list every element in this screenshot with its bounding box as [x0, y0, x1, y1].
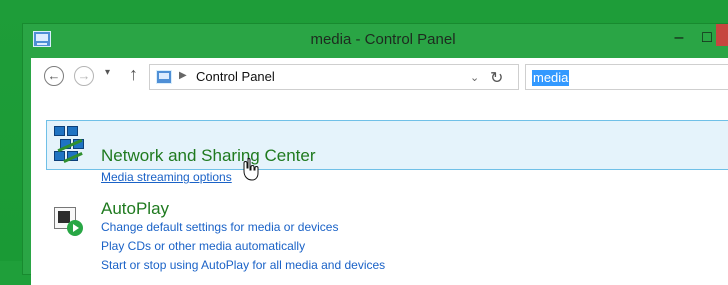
breadcrumb-control-panel[interactable]: Control Panel — [196, 69, 275, 84]
change-default-settings-link[interactable]: Change default settings for media or dev… — [101, 220, 338, 234]
network-sharing-icon — [53, 126, 87, 163]
back-arrow-icon[interactable]: ← — [44, 66, 64, 86]
address-bar[interactable]: ▶ Control Panel ⌄ ↻ — [149, 64, 519, 90]
minimize-button[interactable]: – — [665, 24, 693, 54]
hand-pointer-icon — [243, 156, 259, 182]
results-pane: Network and Sharing Center Media streami… — [31, 98, 728, 285]
refresh-icon[interactable]: ↻ — [490, 68, 503, 88]
control-panel-location-icon — [156, 70, 172, 84]
autoplay-link[interactable]: AutoPlay — [101, 199, 169, 219]
autoplay-icon — [52, 205, 83, 236]
start-stop-autoplay-link[interactable]: Start or stop using AutoPlay for all med… — [101, 258, 385, 272]
window-title: media - Control Panel — [310, 31, 456, 48]
search-box[interactable]: media — [525, 64, 728, 90]
recent-locations-chevron-icon[interactable]: ▾ — [105, 67, 110, 78]
forward-arrow-icon[interactable]: → — [74, 66, 94, 86]
control-panel-window: media - Control Panel – □ ← → ▾ ↑ ▶ Cont… — [23, 24, 728, 285]
media-streaming-options-link[interactable]: Media streaming options — [101, 170, 232, 184]
breadcrumb-separator-icon: ▶ — [179, 70, 187, 81]
navigation-bar: ← → ▾ ↑ ▶ Control Panel ⌄ ↻ media — [31, 58, 728, 98]
up-arrow-icon[interactable]: ↑ — [129, 64, 138, 85]
network-and-sharing-center-link[interactable]: Network and Sharing Center — [101, 146, 316, 166]
address-dropdown-icon[interactable]: ⌄ — [470, 71, 479, 84]
close-button[interactable] — [716, 24, 728, 46]
titlebar[interactable]: media - Control Panel – □ — [23, 24, 728, 58]
play-cds-link[interactable]: Play CDs or other media automatically — [101, 239, 305, 253]
search-query[interactable]: media — [532, 70, 570, 86]
